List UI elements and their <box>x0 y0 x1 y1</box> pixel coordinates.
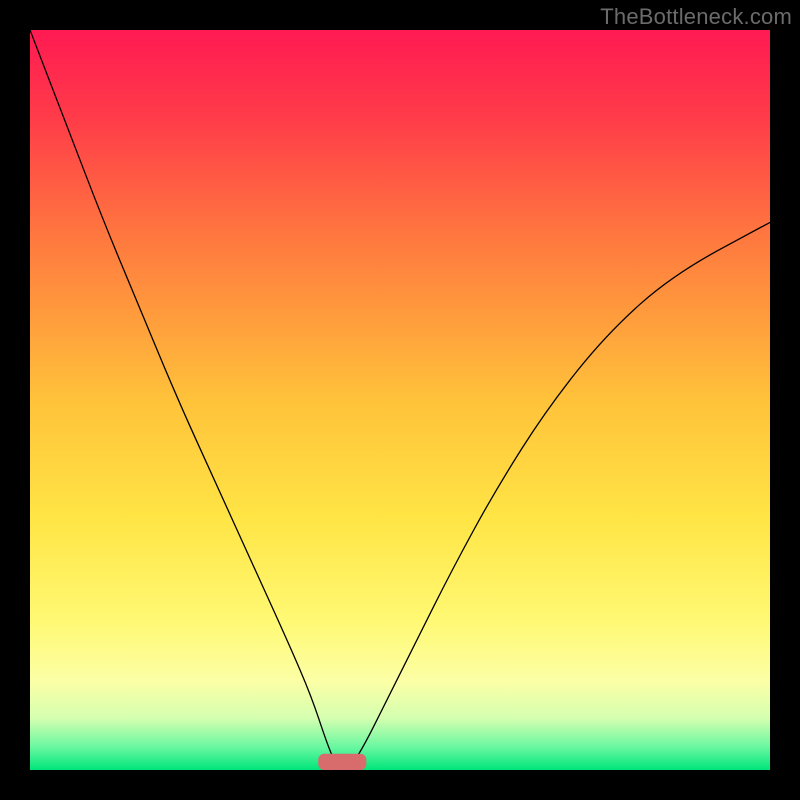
watermark-text: TheBottleneck.com <box>600 4 792 30</box>
bottleneck-chart <box>30 30 770 770</box>
chart-background <box>30 30 770 770</box>
bottleneck-marker <box>318 754 366 770</box>
chart-frame <box>30 30 770 770</box>
